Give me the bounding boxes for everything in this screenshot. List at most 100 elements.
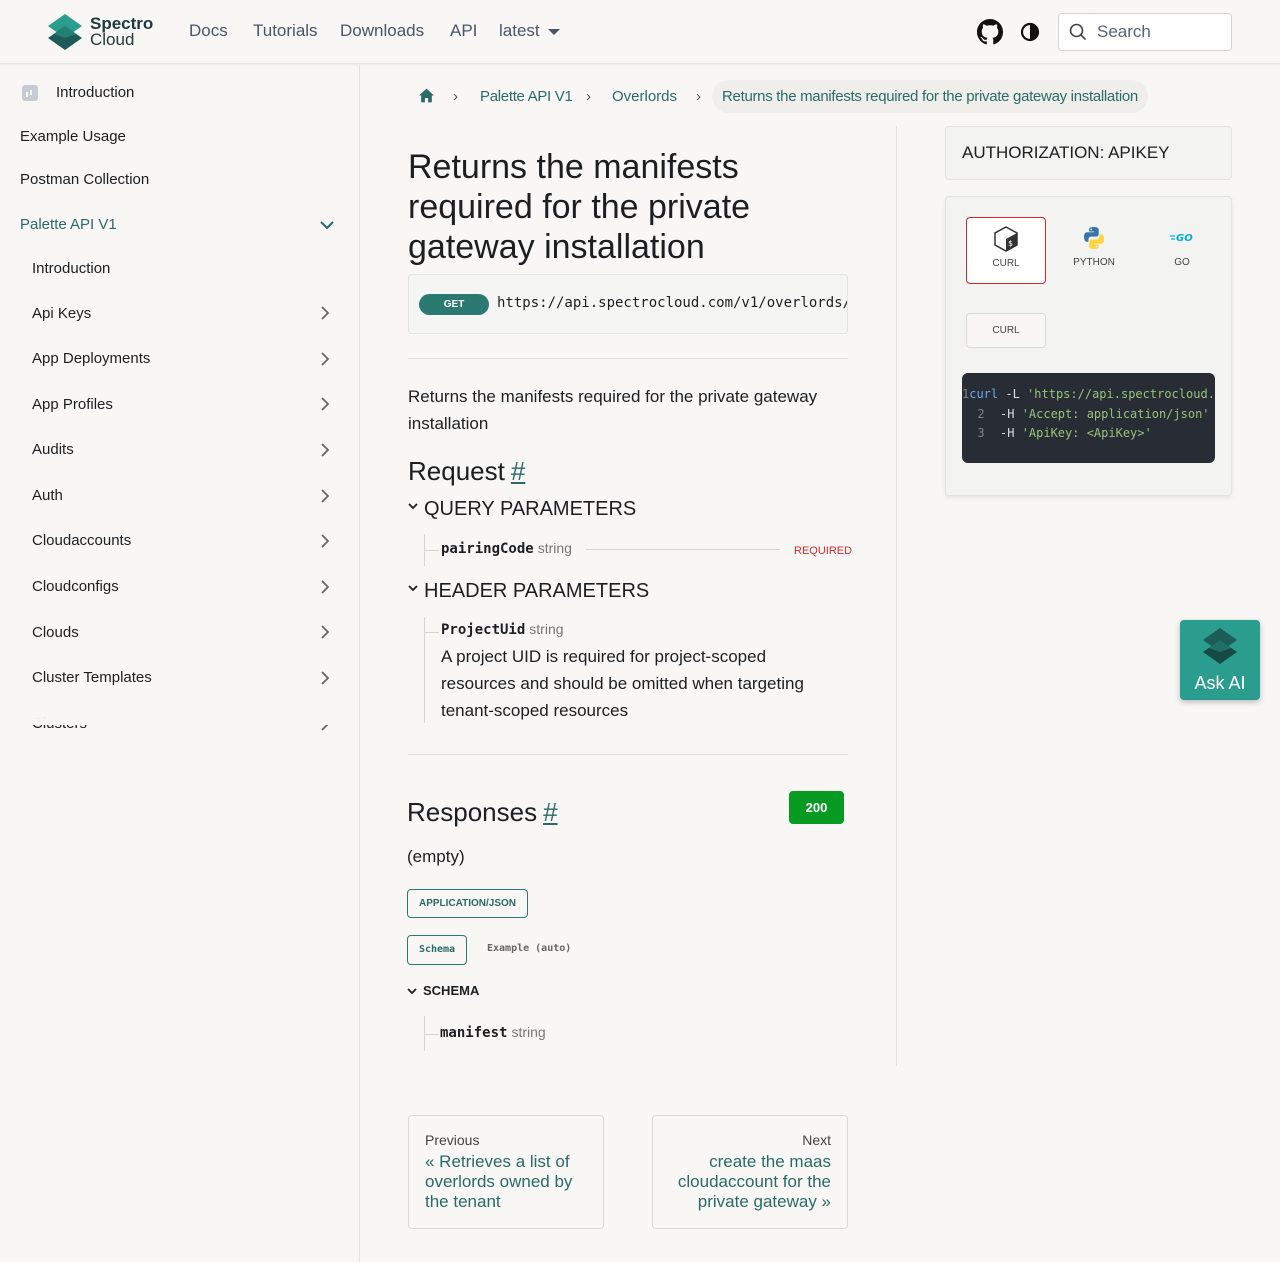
- breadcrumb-separator: ›: [696, 88, 701, 105]
- column-divider: [896, 126, 897, 1066]
- ask-ai-button[interactable]: Ask AI: [1180, 620, 1260, 700]
- chevron-right-icon[interactable]: [318, 443, 332, 457]
- tree-connector: [425, 1034, 439, 1035]
- sidebar-item-audits[interactable]: Audits: [32, 441, 74, 458]
- code-text: -L: [998, 387, 1028, 401]
- header-params-toggle[interactable]: HEADER PARAMETERS: [408, 580, 649, 603]
- go-icon: GO: [1170, 233, 1193, 244]
- pagination-prev[interactable]: Previous « Retrieves a list of overlords…: [408, 1115, 604, 1229]
- breadcrumb-palette-api-v1[interactable]: Palette API V1: [480, 88, 573, 105]
- sidebar-item-v1-introduction[interactable]: Introduction: [32, 260, 110, 277]
- variant-tab-curl[interactable]: CURL: [966, 313, 1046, 348]
- sidebar-fade: [0, 705, 359, 725]
- pagination-prev-sublabel: Previous: [425, 1132, 480, 1148]
- version-dropdown[interactable]: latest: [499, 21, 560, 41]
- response-description: (empty): [407, 847, 465, 866]
- sidebar-item-api-keys[interactable]: Api Keys: [32, 305, 91, 322]
- sidebar-item-cluster-templates[interactable]: Cluster Templates: [32, 669, 152, 686]
- code-string: 'ApiKey: <ApiKey>': [1021, 426, 1152, 440]
- pagination-next-sublabel: Next: [802, 1132, 831, 1148]
- param-name: ProjectUid: [441, 622, 526, 638]
- sidebar-item-cloudaccounts[interactable]: Cloudaccounts: [32, 532, 131, 549]
- code-command: curl: [969, 387, 999, 401]
- bash-icon: $: [994, 226, 1018, 252]
- sidebar-item-clouds[interactable]: Clouds: [32, 624, 79, 641]
- tab-example[interactable]: Example (auto): [487, 943, 571, 954]
- lang-label-python: PYTHON: [1073, 257, 1115, 268]
- breadcrumb-overlords[interactable]: Overlords: [612, 88, 677, 105]
- chevron-right-icon[interactable]: [318, 625, 332, 639]
- divider: [408, 358, 848, 359]
- github-icon[interactable]: [977, 19, 1003, 45]
- sidebar: Introduction Example Usage Postman Colle…: [0, 65, 360, 1262]
- chevron-down-icon[interactable]: [318, 216, 336, 234]
- breadcrumb-separator: ›: [453, 88, 458, 105]
- chevron-down-icon: [407, 987, 417, 994]
- chevron-right-icon[interactable]: [318, 352, 332, 366]
- lang-tab-python[interactable]: PYTHON: [1054, 217, 1134, 284]
- responses-anchor-link[interactable]: #: [543, 797, 557, 827]
- code-text: -H: [1000, 406, 1022, 421]
- lang-tab-go[interactable]: GO GO: [1142, 217, 1222, 284]
- tab-schema[interactable]: Schema: [407, 935, 467, 965]
- param-rule: [586, 549, 780, 550]
- brand-line2: Cloud: [90, 30, 135, 49]
- chevron-right-icon[interactable]: [318, 306, 332, 320]
- nav-api[interactable]: API: [450, 21, 477, 41]
- theme-toggle-icon[interactable]: [1019, 21, 1041, 43]
- line-number: 2: [977, 406, 985, 421]
- chevron-right-icon[interactable]: [318, 397, 332, 411]
- top-navbar: Spectro Cloud Docs Tutorials Downloads A…: [0, 0, 1280, 64]
- code-string: 'https://api.spectrocloud.com/v1/overlor…: [1027, 387, 1215, 401]
- status-code-tab[interactable]: 200: [789, 791, 844, 824]
- breadcrumb-current: Returns the manifests required for the p…: [712, 80, 1148, 113]
- code-samples-panel: $ CURL PYTHON GO GO CURL 1 curl -L 'http…: [945, 196, 1232, 496]
- nav-downloads[interactable]: Downloads: [340, 21, 424, 41]
- endpoint-box: GET https://api.spectrocloud.com/v1/over…: [408, 274, 848, 334]
- mime-type-tab[interactable]: APPLICATION/JSON: [407, 889, 528, 918]
- query-params-heading: QUERY PARAMETERS: [424, 498, 637, 520]
- breadcrumb-separator: ›: [586, 88, 591, 105]
- chevron-right-icon[interactable]: [318, 580, 332, 594]
- code-line: 3 -H 'ApiKey: <ApiKey>': [962, 426, 1215, 446]
- home-icon[interactable]: [418, 87, 435, 104]
- code-block[interactable]: 1 curl -L 'https://api.spectrocloud.com/…: [962, 373, 1215, 463]
- search-placeholder: Search: [1097, 22, 1151, 41]
- sidebar-item-postman-collection[interactable]: Postman Collection: [20, 171, 149, 188]
- chevron-right-icon[interactable]: [318, 489, 332, 503]
- line-number: 3: [977, 426, 985, 440]
- lang-tab-curl[interactable]: $ CURL: [966, 217, 1046, 284]
- chevron-right-icon[interactable]: [318, 671, 332, 685]
- search-input[interactable]: Search: [1058, 13, 1232, 51]
- ask-ai-label: Ask AI: [1194, 673, 1246, 693]
- line-number: 1: [962, 387, 970, 401]
- pagination-next[interactable]: Next create the maas cloudaccount for th…: [652, 1115, 848, 1229]
- request-heading-text: Request: [408, 456, 505, 486]
- nav-docs[interactable]: Docs: [189, 21, 228, 41]
- schema-toggle[interactable]: SCHEMA: [407, 983, 479, 998]
- spectro-logo-icon: [48, 14, 82, 50]
- chevron-right-icon[interactable]: [318, 534, 332, 548]
- sidebar-item-app-profiles[interactable]: App Profiles: [32, 396, 113, 413]
- authorization-panel: AUTHORIZATION: APIKEY: [945, 126, 1232, 180]
- required-badge: REQUIRED: [794, 545, 853, 557]
- header-param-row: ProjectUid string: [441, 621, 564, 639]
- field-type: string: [511, 1024, 546, 1040]
- code-text: -H: [1000, 426, 1022, 440]
- sidebar-item-cloudconfigs[interactable]: Cloudconfigs: [32, 578, 119, 595]
- param-description: A project UID is required for project-sc…: [441, 647, 804, 720]
- svg-text:GO: GO: [1176, 233, 1193, 244]
- spectro-cloud-logo[interactable]: Spectro Cloud: [46, 12, 166, 52]
- sidebar-section-palette-api-v1[interactable]: Palette API V1: [20, 216, 117, 233]
- schema-field-row: manifest string: [440, 1024, 546, 1042]
- query-params-toggle[interactable]: QUERY PARAMETERS: [408, 498, 636, 521]
- request-anchor-link[interactable]: #: [511, 456, 525, 486]
- lang-label-curl: CURL: [992, 258, 1020, 269]
- sidebar-item-app-deployments[interactable]: App Deployments: [32, 350, 150, 367]
- sidebar-item-introduction[interactable]: Introduction: [56, 84, 134, 101]
- sidebar-item-example-usage[interactable]: Example Usage: [20, 128, 126, 145]
- divider: [408, 754, 848, 755]
- endpoint-url: https://api.spectrocloud.com/v1/overlord…: [497, 295, 848, 311]
- nav-tutorials[interactable]: Tutorials: [253, 21, 318, 41]
- sidebar-item-auth[interactable]: Auth: [32, 487, 63, 504]
